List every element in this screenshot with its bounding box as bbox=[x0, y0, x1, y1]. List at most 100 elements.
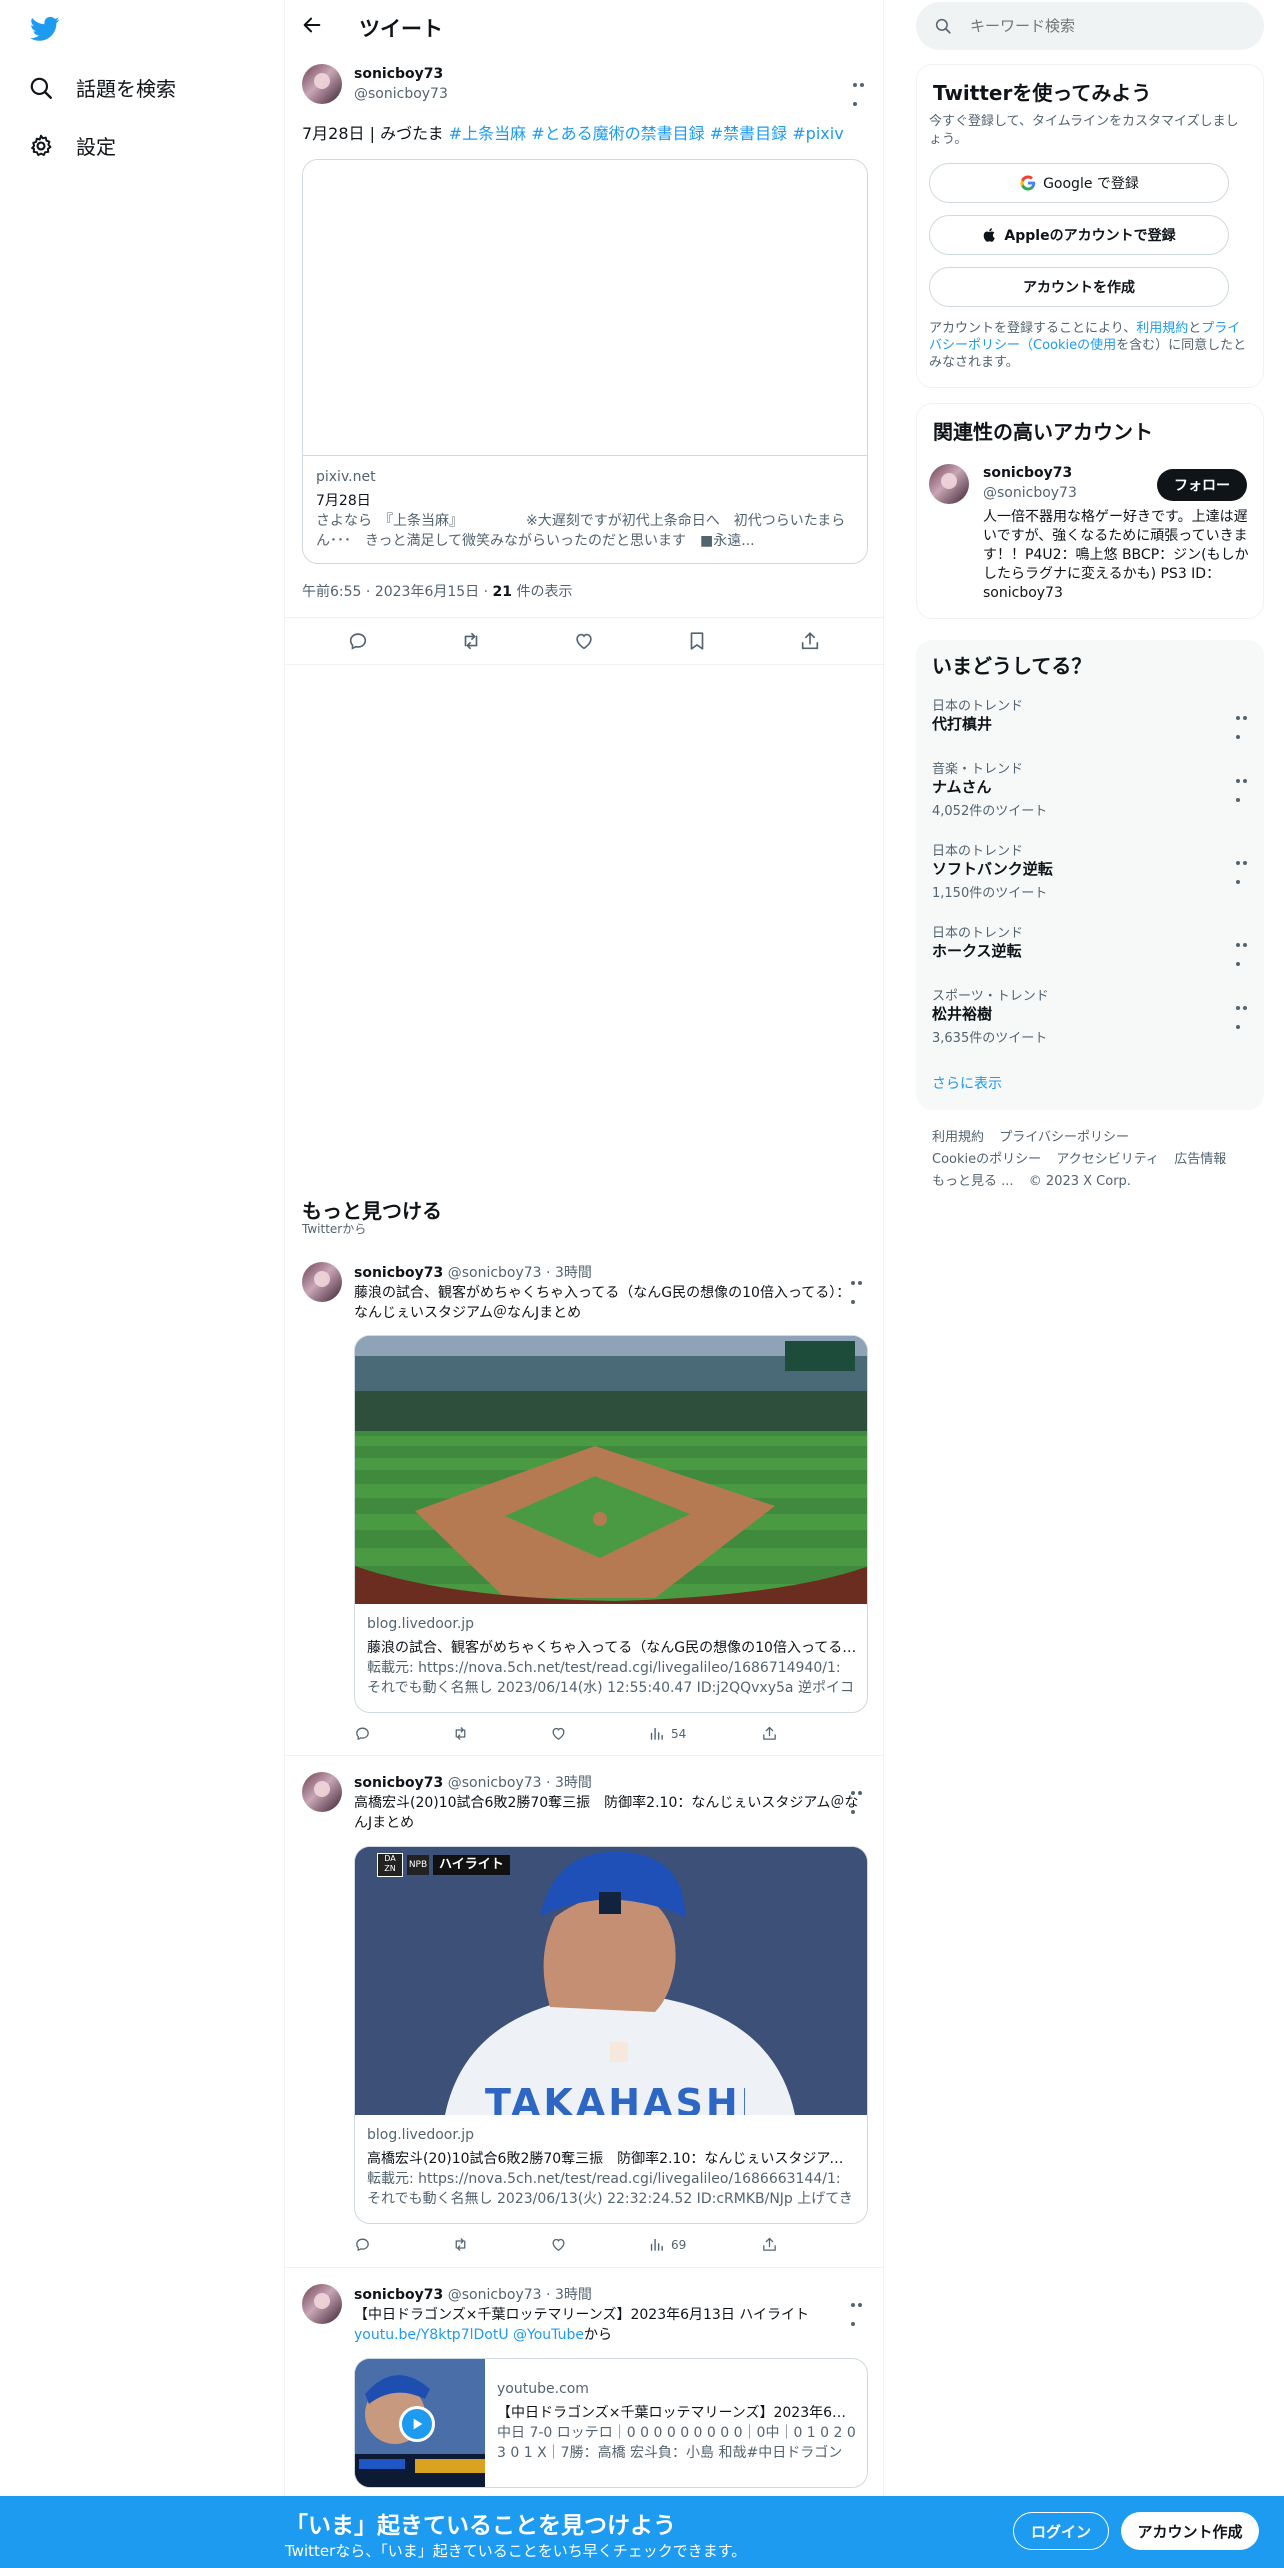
more-options-icon[interactable] bbox=[851, 1780, 871, 1814]
show-more-link[interactable]: さらに表示 bbox=[932, 1073, 1002, 1093]
trend-item[interactable]: スポーツ・トレンド 松井裕樹 3,635件のツイート bbox=[916, 985, 1264, 1065]
terms-link[interactable]: 利用規約 bbox=[1136, 321, 1188, 336]
footer-more[interactable]: もっと見る ... bbox=[932, 1174, 1014, 1189]
share-icon[interactable] bbox=[761, 1725, 778, 1742]
trend-name: ソフトバンク逆転 bbox=[932, 860, 1053, 878]
twitter-bird-icon[interactable] bbox=[28, 14, 62, 44]
link-card[interactable]: blog.livedoor.jp 藤浪の試合、観客がめちゃくちゃ入ってる（なんG… bbox=[354, 1335, 868, 1713]
card-domain: youtube.com bbox=[497, 2381, 589, 2397]
author-handle[interactable]: @sonicboy73 bbox=[448, 1775, 542, 1791]
youtube-card[interactable]: youtube.com 【中日ドラゴンズ×千葉ロッテマリーンズ】2023年6月1… bbox=[354, 2358, 868, 2488]
create-account-label: アカウントを作成 bbox=[1023, 280, 1135, 296]
share-icon[interactable] bbox=[761, 2236, 778, 2253]
play-icon[interactable] bbox=[399, 2406, 435, 2442]
hashtag-link[interactable]: #とある魔術の禁書目録 bbox=[531, 124, 704, 143]
more-options-icon[interactable] bbox=[1236, 932, 1256, 966]
author-handle[interactable]: @sonicboy73 bbox=[448, 2287, 542, 2303]
back-arrow-icon[interactable] bbox=[301, 14, 325, 38]
views-stat[interactable]: 54 bbox=[648, 1725, 686, 1742]
views-stat[interactable]: 69 bbox=[648, 2236, 686, 2253]
google-signup-button[interactable]: Google で登録 bbox=[929, 163, 1229, 203]
tweet-text: 7月28日 | みづたま #上条当麻 #とある魔術の禁書目録 #禁書目録 #pi… bbox=[302, 123, 872, 145]
youtube-link[interactable]: youtu.be/Y8ktp7lDotU bbox=[354, 2327, 509, 2343]
banner-subtitle: Twitterなら、「いま」起きていることをいち早くチェックできます。 bbox=[285, 2542, 747, 2560]
link-card[interactable]: pixiv.net 7月28日 さよなら 『上条当麻』 ※大遅刻ですが初代上条命… bbox=[302, 159, 868, 564]
tweet-header: sonicboy73 @sonicboy73 · 3時間 bbox=[354, 2287, 592, 2303]
nav-explore[interactable]: 話題を検索 bbox=[28, 73, 176, 102]
feed-tweet[interactable]: sonicboy73 @sonicboy73 · 3時間 【中日ドラゴンズ×千葉… bbox=[285, 2268, 885, 2496]
footer-ads[interactable]: 広告情報 bbox=[1174, 1152, 1226, 1167]
more-options-icon[interactable] bbox=[1236, 995, 1256, 1029]
feed-tweet[interactable]: sonicboy73 @sonicboy73 · 3時間 高橋宏斗(20)10試… bbox=[285, 1756, 885, 2268]
create-account-button[interactable]: アカウントを作成 bbox=[929, 267, 1229, 307]
card-domain: blog.livedoor.jp bbox=[367, 2127, 475, 2143]
card-description: さよなら 『上条当麻』 ※大遅刻ですが初代上条命日へ 初代つらいたまらん･･･ … bbox=[316, 513, 846, 549]
more-options-icon[interactable] bbox=[1236, 768, 1256, 802]
author-handle[interactable]: @sonicboy73 bbox=[448, 1265, 542, 1281]
search-input[interactable] bbox=[970, 14, 1250, 38]
author-name[interactable]: sonicboy73 bbox=[354, 66, 443, 82]
more-options-icon[interactable] bbox=[853, 72, 873, 106]
trend-item[interactable]: 日本のトレンド ソフトバンク逆転 1,150件のツイート bbox=[916, 840, 1264, 920]
bookmark-icon[interactable] bbox=[686, 630, 708, 652]
avatar[interactable] bbox=[929, 464, 969, 504]
trend-item[interactable]: 日本のトレンド 代打槙井 bbox=[916, 695, 1264, 755]
reply-icon[interactable] bbox=[347, 630, 369, 652]
mention-link[interactable]: @YouTube bbox=[513, 2327, 584, 2343]
account-handle[interactable]: @sonicboy73 bbox=[983, 485, 1077, 501]
login-button[interactable]: ログイン bbox=[1013, 2512, 1109, 2550]
tweet-date[interactable]: 2023年6月15日 bbox=[375, 584, 479, 600]
tweet-header: sonicboy73 @sonicboy73 · 3時間 bbox=[354, 1265, 592, 1281]
retweet-icon[interactable] bbox=[460, 630, 482, 652]
like-icon[interactable] bbox=[550, 2236, 567, 2253]
more-options-icon[interactable] bbox=[1236, 705, 1256, 739]
trend-item[interactable]: 日本のトレンド ホークス逆転 bbox=[916, 922, 1264, 982]
footer-accessibility[interactable]: アクセシビリティ bbox=[1056, 1152, 1159, 1167]
hashtag-link[interactable]: #禁書目録 bbox=[710, 124, 787, 143]
nav-settings[interactable]: 設定 bbox=[28, 131, 116, 160]
apple-logo-icon bbox=[982, 227, 998, 243]
author-handle[interactable]: @sonicboy73 bbox=[354, 86, 448, 102]
search-bar[interactable] bbox=[916, 2, 1264, 50]
legal-text-2: と bbox=[1188, 321, 1202, 336]
avatar[interactable] bbox=[302, 64, 342, 104]
pitcher-image: DA ZN NPB ハイライト TAKAHASHI bbox=[355, 1847, 867, 2115]
jersey-lettering: TAKAHASHI bbox=[485, 2081, 745, 2115]
hashtag-link[interactable]: #pixiv bbox=[792, 124, 843, 143]
reply-icon[interactable] bbox=[354, 1725, 371, 1742]
author-name[interactable]: sonicboy73 bbox=[354, 1265, 443, 1281]
more-options-icon[interactable] bbox=[1236, 850, 1256, 884]
retweet-icon[interactable] bbox=[452, 1725, 469, 1742]
more-options-icon[interactable] bbox=[851, 1270, 871, 1304]
share-icon[interactable] bbox=[799, 630, 821, 652]
apple-signup-label: Appleのアカウントで登録 bbox=[1004, 228, 1176, 244]
tweet-time[interactable]: 午前6:55 bbox=[302, 584, 361, 600]
tweet-text: 【中日ドラゴンズ×千葉ロッテマリーンズ】2023年6月13日 ハイライト bbox=[354, 2307, 809, 2323]
avatar[interactable] bbox=[302, 2284, 342, 2324]
like-icon[interactable] bbox=[573, 630, 595, 652]
retweet-icon[interactable] bbox=[452, 2236, 469, 2253]
tweet-time[interactable]: 3時間 bbox=[555, 1775, 592, 1791]
author-name[interactable]: sonicboy73 bbox=[354, 1775, 443, 1791]
hashtag-link[interactable]: #上条当麻 bbox=[449, 124, 526, 143]
reply-icon[interactable] bbox=[354, 2236, 371, 2253]
avatar[interactable] bbox=[302, 1262, 342, 1302]
feed-tweet[interactable]: sonicboy73 @sonicboy73 · 3時間 藤浪の試合、観客がめち… bbox=[285, 1246, 885, 1756]
footer-cookie[interactable]: Cookieのポリシー bbox=[932, 1152, 1041, 1167]
card-domain: pixiv.net bbox=[316, 469, 376, 485]
author-name[interactable]: sonicboy73 bbox=[354, 2287, 443, 2303]
follow-button[interactable]: フォロー bbox=[1157, 469, 1247, 501]
footer-privacy[interactable]: プライバシーポリシー bbox=[999, 1130, 1129, 1145]
search-icon bbox=[28, 75, 54, 101]
link-card[interactable]: DA ZN NPB ハイライト TAKAHASHI blog.livedoor.… bbox=[354, 1846, 868, 2224]
tweet-time[interactable]: 3時間 bbox=[555, 1265, 592, 1281]
tweet-time[interactable]: 3時間 bbox=[555, 2287, 592, 2303]
footer-terms[interactable]: 利用規約 bbox=[932, 1130, 984, 1145]
more-options-icon[interactable] bbox=[851, 2292, 871, 2326]
trend-item[interactable]: 音楽・トレンド ナムさん 4,052件のツイート bbox=[916, 758, 1264, 838]
account-name[interactable]: sonicboy73 bbox=[983, 465, 1072, 481]
like-icon[interactable] bbox=[550, 1725, 567, 1742]
apple-signup-button[interactable]: Appleのアカウントで登録 bbox=[929, 215, 1229, 255]
avatar[interactable] bbox=[302, 1772, 342, 1812]
signup-button[interactable]: アカウント作成 bbox=[1121, 2512, 1259, 2550]
